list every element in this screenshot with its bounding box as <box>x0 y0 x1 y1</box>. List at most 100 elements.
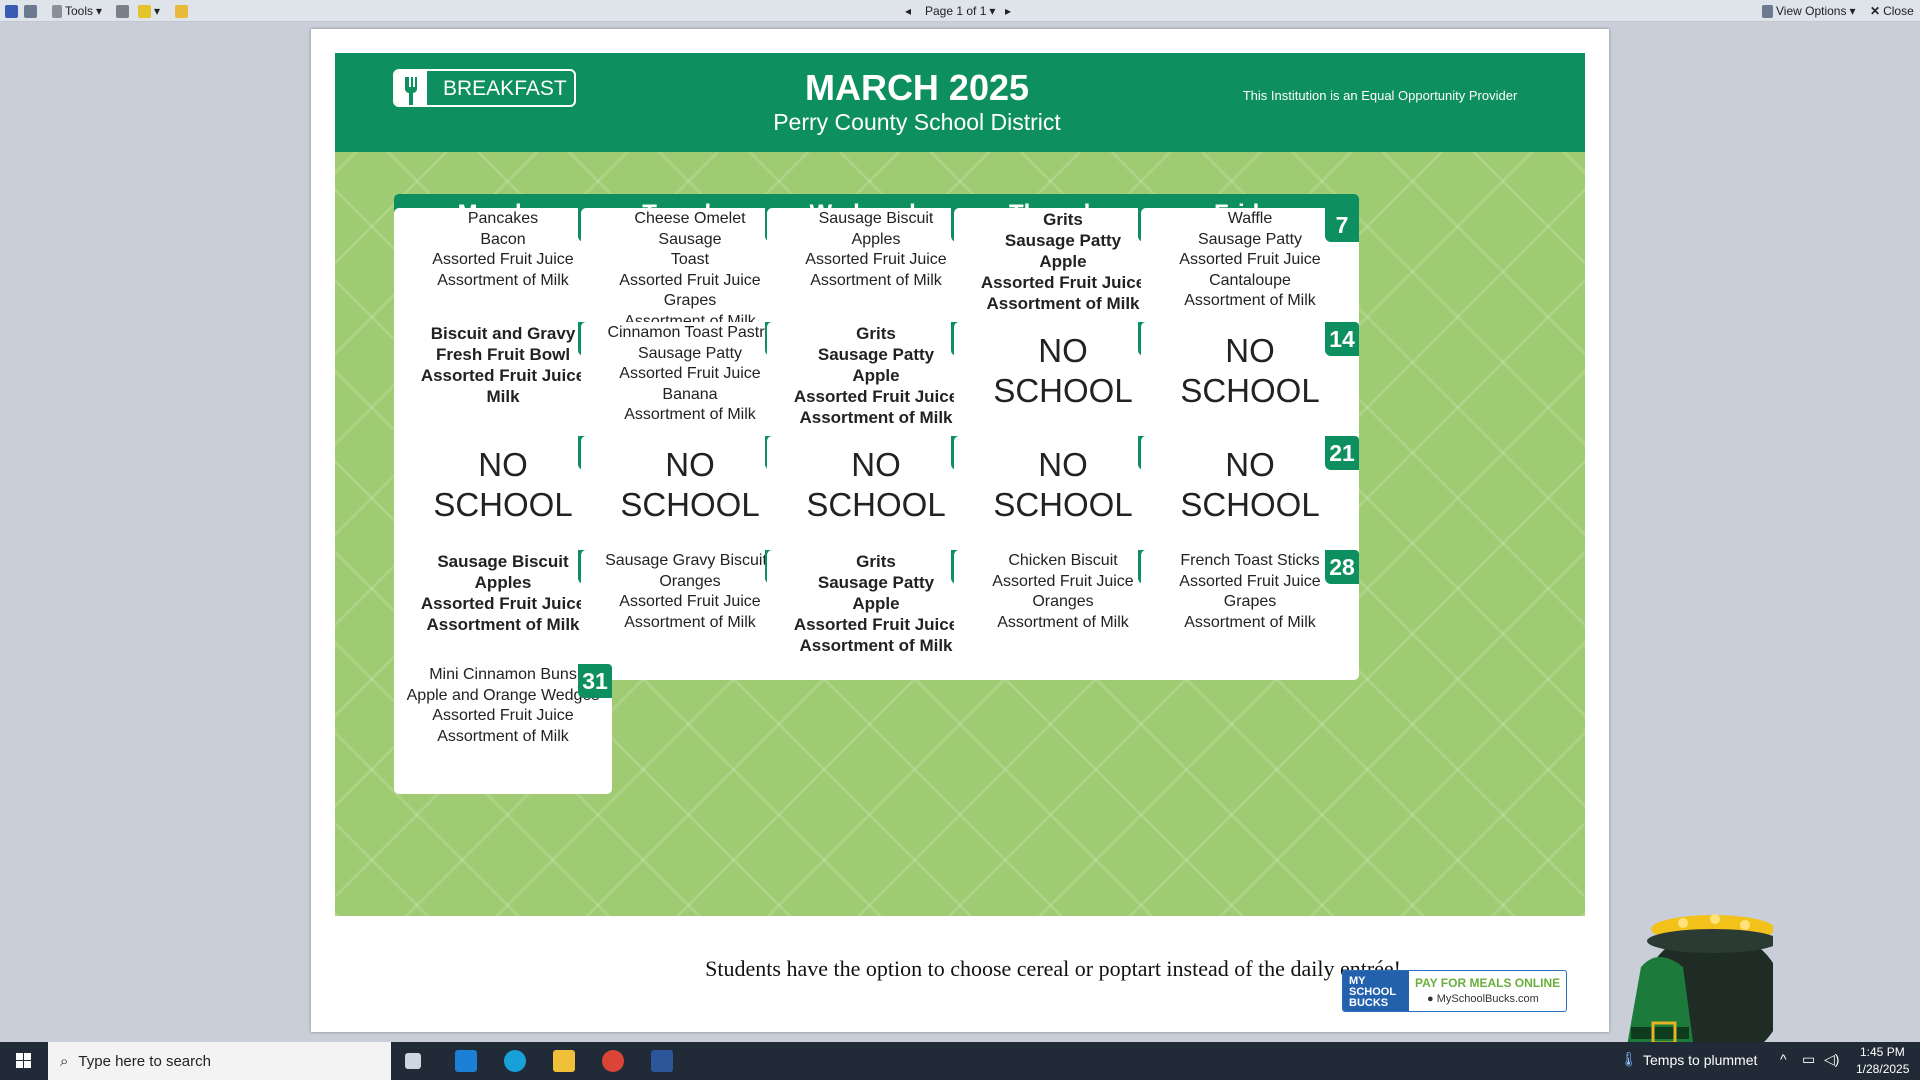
day-cell: Biscuit and Gravy Fresh Fruit Bowl Assorte… <box>394 322 612 452</box>
menu-item: Assorted Fruit Juice <box>805 251 947 268</box>
tools-icon <box>52 4 62 18</box>
view-options-icon <box>1762 4 1773 18</box>
chevron-down-icon: ▾ <box>1849 4 1856 18</box>
day-cell: Sausage Biscuit Apples Assorted Fruit Juic… <box>767 208 985 338</box>
word-icon[interactable] <box>651 1050 673 1072</box>
viewer-toolbar: Tools ▾ ▾ ◂ Page 1 of 1 ▾ ▸ View Options ▾ … <box>0 0 1920 22</box>
windows-icon <box>16 1053 31 1068</box>
menu-item: Apple <box>852 366 900 385</box>
menu-item: Assortment of Milk <box>799 408 953 427</box>
chevron-up-icon[interactable]: ^ <box>1780 1051 1787 1067</box>
no-school-text: SCHOOL <box>1180 486 1320 523</box>
day-cell: NOSCHOOL20 <box>954 436 1172 566</box>
tools-label: Tools <box>65 4 94 18</box>
mail-icon[interactable] <box>455 1050 477 1072</box>
research-icon[interactable] <box>116 3 129 19</box>
file-explorer-icon[interactable] <box>553 1050 575 1072</box>
calendar-grid: Monday Tuesday Wednesday Thursday Friday… <box>335 152 1773 1076</box>
day-cell: NO SCHOOL 21 <box>1141 436 1359 566</box>
no-school-text: SCHOOL <box>993 372 1133 409</box>
start-button[interactable] <box>0 1042 48 1080</box>
clock-time[interactable]: 1:45 PM <box>1860 1045 1905 1059</box>
equal-opportunity-statement: This Institution is an Equal Opportunity… <box>1242 88 1518 103</box>
view-options-label: View Options <box>1776 4 1847 18</box>
chevron-down-icon: ▾ <box>989 4 996 18</box>
day-cell: NO SCHOOL 14 <box>1141 322 1359 452</box>
close-label: Close <box>1883 4 1914 18</box>
day-cell: Chicken Biscuit Assorted Fruit Juice Orang… <box>954 550 1172 680</box>
menu-item: Cantaloupe <box>1209 271 1291 289</box>
myschoolbucks-logo: MY SCHOOL BUCKS <box>1343 971 1409 1011</box>
menu-item: Apple <box>852 594 900 613</box>
close-button[interactable]: ✕ Close <box>1870 3 1914 19</box>
menu-item: Oranges <box>1032 593 1094 610</box>
day-cell: NOSCHOOL19 <box>767 436 985 566</box>
menu-item: Assorted Fruit Juice <box>1179 251 1321 268</box>
edge-icon[interactable] <box>504 1050 526 1072</box>
menu-item: Assorted Fruit Juice <box>980 273 1146 292</box>
day-cell: French Toast Sticks Assorted Fruit Juice G… <box>1141 550 1359 680</box>
no-school-text: SCHOOL <box>993 486 1133 523</box>
msb-title: PAY FOR MEALS ONLINE <box>1415 976 1561 990</box>
menu-item: Assortment of Milk <box>426 615 580 634</box>
print-preview-icon[interactable] <box>24 3 37 19</box>
network-icon[interactable]: ▭ <box>1802 1051 1815 1068</box>
view-options-menu[interactable]: View Options ▾ <box>1762 3 1856 19</box>
badge-label: BREAKFAST <box>443 77 567 100</box>
page-title: MARCH 2025 <box>804 67 1030 108</box>
chrome-icon[interactable] <box>602 1050 624 1072</box>
menu-item: Assortment of Milk <box>1184 613 1316 631</box>
task-view-icon[interactable] <box>405 1053 421 1069</box>
document-page: BREAKFAST MARCH 2025 Perry County School… <box>311 29 1773 1076</box>
menu-item: Assortment of Milk <box>437 727 569 745</box>
day-cell: Grits Sausage Patty Apple Assorted Fruit Ju… <box>767 550 985 680</box>
thermometer-icon: 🌡 <box>1620 1051 1638 1067</box>
menu-item: Assortment of Milk <box>1184 292 1316 309</box>
day-cell: Grits Sausage Patty Apple Assorted Fruit Ju… <box>954 208 1172 338</box>
volume-icon[interactable]: ◁) <box>1824 1051 1839 1068</box>
folder-icon[interactable] <box>175 3 188 19</box>
clock-date[interactable]: 1/28/2025 <box>1856 1062 1909 1076</box>
date-badge: 21 <box>1325 436 1359 470</box>
menu-banner: BREAKFAST MARCH 2025 Perry County School… <box>335 53 1585 152</box>
breakfast-badge: BREAKFAST <box>393 69 576 107</box>
taskbar-search[interactable]: ⌕ Type here to search <box>48 1042 391 1080</box>
msb-logo-line3: BUCKS <box>1349 997 1389 1009</box>
search-icon: ⌕ <box>60 1052 69 1070</box>
menu-item: Apple <box>1039 252 1087 271</box>
menu-item: Assorted Fruit Juice <box>420 594 586 613</box>
day-cell: Grits Sausage Patty Apple Assorted Fruit Ju… <box>767 322 985 452</box>
day-cell: Sausage Biscuit Apples Assorted Fruit Juic… <box>394 550 612 680</box>
day-cell: Pancakes Bacon Assorted Fruit Juice Assortm… <box>394 208 612 338</box>
menu-item: Assorted Fruit Juice <box>432 707 574 724</box>
save-icon[interactable] <box>5 3 18 19</box>
menu-item: Assortment of Milk <box>997 613 1129 631</box>
highlight-icon[interactable]: ▾ <box>138 3 160 19</box>
district-name: Perry County School District <box>773 109 1061 135</box>
date-badge: 28 <box>1325 550 1359 584</box>
no-school-text: SCHOOL <box>806 486 946 523</box>
taskbar: ⌕ Type here to search 🌡 Temps to plummet… <box>0 1042 1920 1080</box>
menu-item: Assorted Fruit Juice <box>420 366 586 385</box>
cereal-option-note: Students have the option to choose cerea… <box>705 956 1401 981</box>
weather-text[interactable]: Temps to plummet <box>1643 1052 1757 1068</box>
day-cell: Waffle Sausage Patty Assorted Fruit Juice C… <box>1141 208 1359 338</box>
page-label: Page 1 of 1 <box>925 4 987 18</box>
no-school-text: SCHOOL <box>1180 372 1320 409</box>
search-placeholder: Type here to search <box>78 1052 211 1070</box>
next-page-icon[interactable]: ▸ <box>1005 3 1011 19</box>
msb-url: MySchoolBucks.com <box>1436 993 1539 1005</box>
day-cell: Mini Cinnamon Buns Apple and Orange Wedge… <box>394 664 612 794</box>
date-badge: 7 <box>1325 208 1359 242</box>
menu-item: Assortment of Milk <box>799 636 953 655</box>
menu-item: Assorted Fruit Juice <box>432 251 574 268</box>
menu-item: Grapes <box>1223 593 1277 610</box>
prev-page-icon[interactable]: ◂ <box>905 3 911 19</box>
globe-icon: ● <box>1427 993 1434 1005</box>
no-school-text: SCHOOL <box>433 486 573 523</box>
page-selector[interactable]: Page 1 of 1 ▾ <box>925 3 995 19</box>
tools-menu[interactable]: Tools ▾ <box>52 3 102 19</box>
myschoolbucks-banner[interactable]: MY SCHOOL BUCKS PAY FOR MEALS ONLINE ● MyS… <box>1342 970 1567 1012</box>
chevron-down-icon: ▾ <box>96 4 103 18</box>
date-badge: 31 <box>578 664 612 698</box>
